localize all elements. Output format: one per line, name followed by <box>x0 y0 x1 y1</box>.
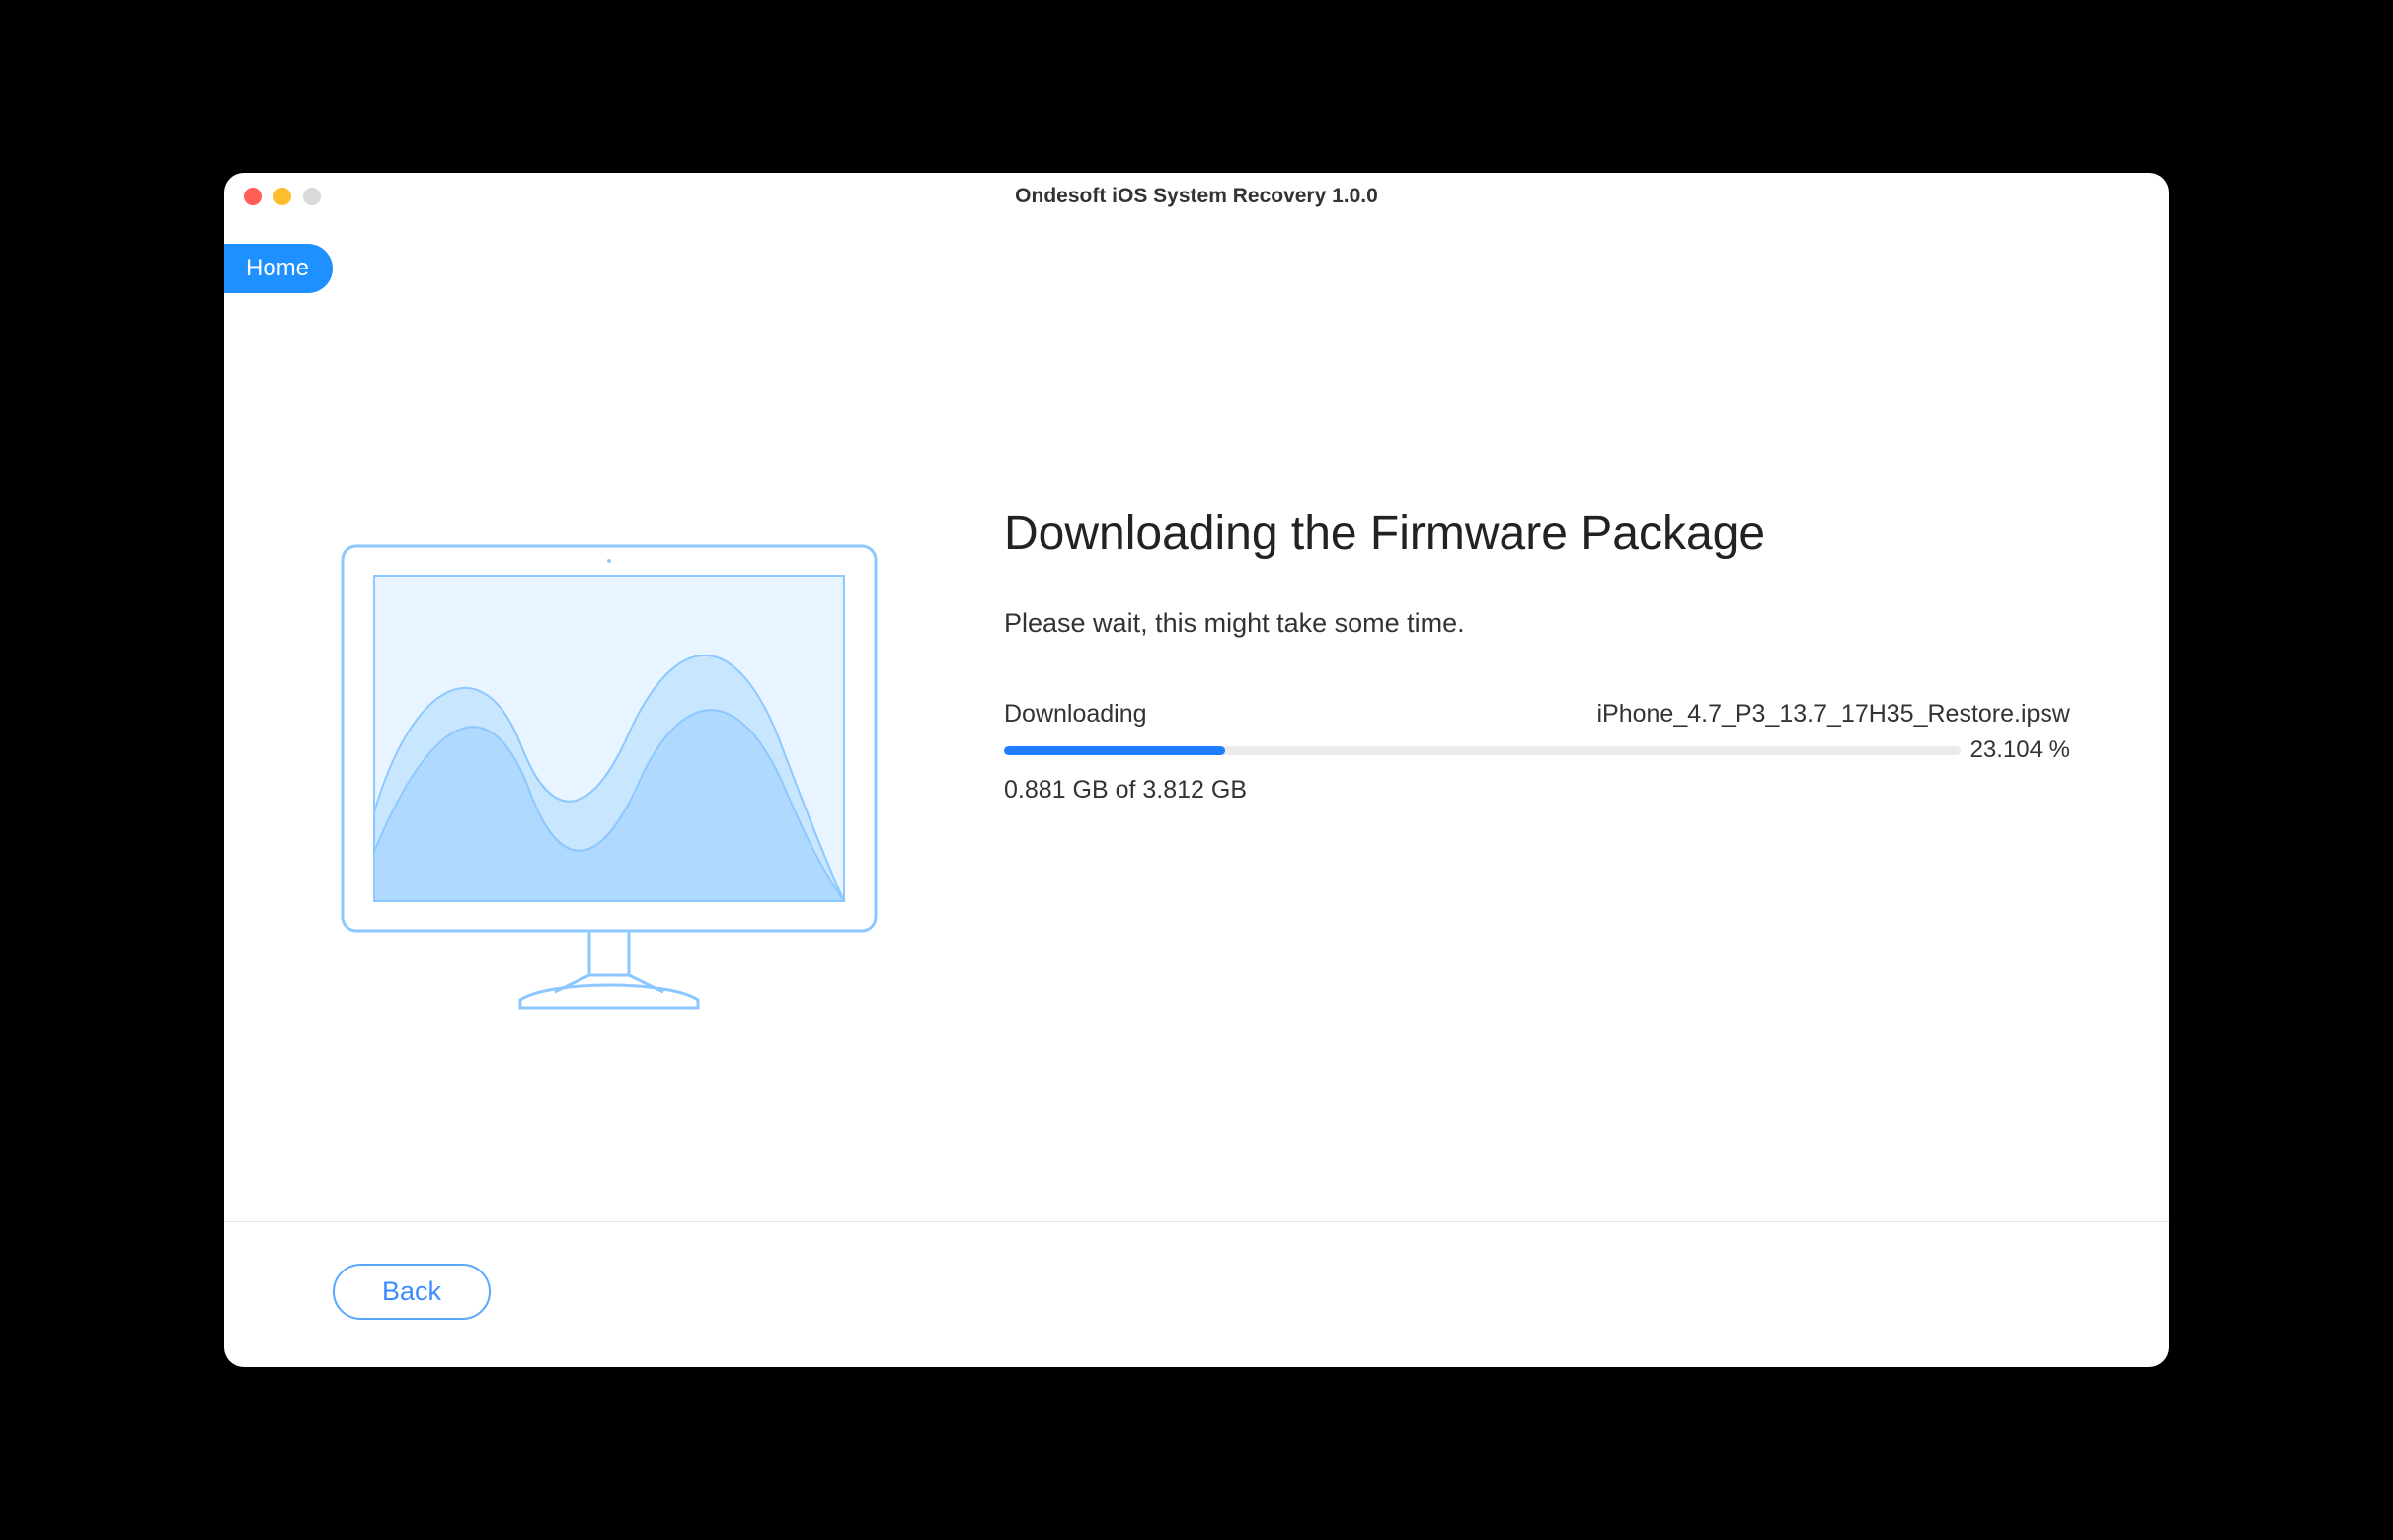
home-tab[interactable]: Home <box>224 244 333 293</box>
download-filename: iPhone_4.7_P3_13.7_17H35_Restore.ipsw <box>1596 700 2070 729</box>
content-area: Downloading the Firmware Package Please … <box>224 220 2169 1221</box>
progress-labels-row: Downloading iPhone_4.7_P3_13.7_17H35_Res… <box>1004 700 2070 729</box>
monitor-illustration <box>333 536 886 1025</box>
minimize-icon[interactable] <box>273 188 291 205</box>
download-status-label: Downloading <box>1004 700 1147 729</box>
progress-bar-row: 23.104 % <box>1004 736 2070 764</box>
info-panel: Downloading the Firmware Package Please … <box>1004 457 2070 805</box>
progress-fill <box>1004 746 1225 755</box>
page-subtext: Please wait, this might take some time. <box>1004 608 2070 639</box>
titlebar: Ondesoft iOS System Recovery 1.0.0 <box>224 173 2169 220</box>
progress-percent: 23.104 % <box>1970 736 2070 764</box>
traffic-lights <box>244 188 321 205</box>
download-size: 0.881 GB of 3.812 GB <box>1004 776 2070 805</box>
back-button[interactable]: Back <box>333 1264 491 1320</box>
close-icon[interactable] <box>244 188 262 205</box>
progress-bar <box>1004 746 1961 755</box>
maximize-icon[interactable] <box>303 188 321 205</box>
window-title: Ondesoft iOS System Recovery 1.0.0 <box>244 185 2149 208</box>
page-heading: Downloading the Firmware Package <box>1004 506 2070 561</box>
footer: Back <box>224 1221 2169 1367</box>
app-window: Ondesoft iOS System Recovery 1.0.0 Home <box>224 173 2169 1367</box>
